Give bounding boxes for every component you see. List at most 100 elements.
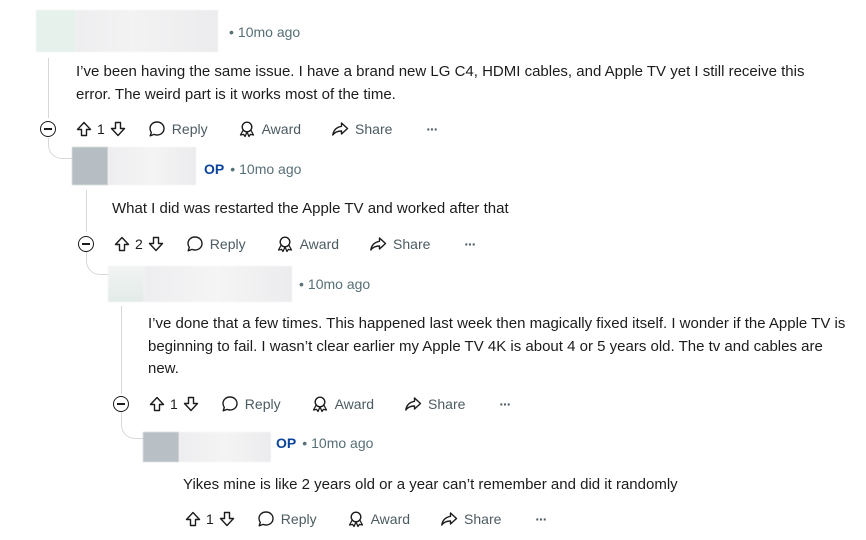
reply-label: Reply bbox=[280, 511, 317, 527]
separator-dot: • bbox=[230, 161, 236, 177]
award-ribbon-icon bbox=[239, 121, 254, 138]
award-button[interactable]: Award bbox=[347, 506, 410, 532]
vote-count: 2 bbox=[135, 236, 143, 252]
comment-actions: 1 Reply Award Share ··· bbox=[40, 116, 438, 142]
speech-bubble-icon bbox=[258, 511, 274, 527]
reply-button[interactable]: Reply bbox=[257, 506, 317, 532]
separator-dot: • bbox=[229, 24, 234, 40]
timestamp[interactable]: 10mo ago bbox=[239, 159, 301, 179]
share-arrow-icon bbox=[332, 122, 349, 136]
op-badge: OP bbox=[204, 161, 225, 177]
timestamp[interactable]: 10mo ago bbox=[311, 433, 373, 453]
downvote-button[interactable] bbox=[183, 391, 199, 417]
separator-dot: • bbox=[299, 276, 304, 292]
upvote-button[interactable] bbox=[185, 506, 201, 532]
more-options-button[interactable]: ··· bbox=[499, 391, 511, 417]
upvote-arrow-icon bbox=[185, 511, 201, 527]
avatar[interactable] bbox=[72, 147, 108, 185]
award-label: Award bbox=[299, 236, 340, 252]
comment-meta: • 10mo ago bbox=[229, 22, 300, 42]
downvote-button[interactable] bbox=[148, 231, 164, 257]
timestamp[interactable]: 10mo ago bbox=[308, 274, 370, 294]
comment-body: Yikes mine is like 2 years old or a year… bbox=[183, 476, 678, 493]
vote-count: 1 bbox=[206, 511, 214, 527]
reply-button[interactable]: Reply bbox=[221, 391, 281, 417]
comment-actions: 2 Reply Award Share ··· bbox=[78, 231, 476, 257]
award-ribbon-icon bbox=[312, 396, 327, 413]
upvote-button[interactable] bbox=[76, 116, 92, 142]
op-badge: OP bbox=[276, 435, 297, 451]
overflow-dots-icon: ··· bbox=[499, 396, 511, 412]
thread-curve-level-2 bbox=[48, 142, 73, 159]
thread-line-level-1 bbox=[48, 58, 49, 118]
award-ribbon-icon bbox=[348, 511, 363, 528]
comment-actions: 1 Reply Award Share ··· bbox=[185, 506, 547, 532]
collapse-minus-icon[interactable] bbox=[78, 236, 94, 252]
upvote-arrow-icon bbox=[114, 236, 130, 252]
comment-meta: • 10mo ago bbox=[299, 274, 370, 294]
award-button[interactable]: Award bbox=[311, 391, 374, 417]
share-button[interactable]: Share bbox=[404, 391, 465, 417]
comment-body: I’ve been having the same issue. I have … bbox=[76, 63, 805, 103]
overflow-dots-icon: ··· bbox=[535, 511, 547, 527]
speech-bubble-icon bbox=[149, 121, 165, 137]
share-label: Share bbox=[428, 396, 466, 412]
vote-count: 1 bbox=[170, 396, 178, 412]
upvote-button[interactable] bbox=[114, 231, 130, 257]
overflow-dots-icon: ··· bbox=[426, 121, 438, 137]
avatar[interactable] bbox=[108, 266, 144, 302]
thread-line-level-3 bbox=[121, 306, 122, 394]
downvote-arrow-icon bbox=[219, 511, 234, 527]
award-ribbon-icon bbox=[277, 236, 292, 253]
comment-body: What I did was restarted the Apple TV an… bbox=[112, 200, 509, 217]
thread-curve-level-4 bbox=[121, 422, 144, 439]
reply-label: Reply bbox=[171, 121, 208, 137]
avatar[interactable] bbox=[143, 432, 179, 462]
separator-dot: • bbox=[302, 435, 308, 451]
downvote-button[interactable] bbox=[219, 506, 235, 532]
share-label: Share bbox=[393, 236, 431, 252]
speech-bubble-icon bbox=[187, 236, 203, 252]
username[interactable] bbox=[76, 10, 218, 52]
upvote-arrow-icon bbox=[76, 121, 92, 137]
reply-label: Reply bbox=[209, 236, 246, 252]
reply-button[interactable]: Reply bbox=[186, 231, 246, 257]
award-label: Award bbox=[334, 396, 375, 412]
downvote-arrow-icon bbox=[183, 396, 198, 412]
upvote-button[interactable] bbox=[149, 391, 165, 417]
share-button[interactable]: Share bbox=[440, 506, 501, 532]
collapse-minus-icon[interactable] bbox=[40, 121, 56, 137]
share-label: Share bbox=[355, 121, 393, 137]
upvote-arrow-icon bbox=[149, 396, 165, 412]
comment-meta: OP • 10mo ago bbox=[204, 159, 301, 179]
thread-curve-level-3 bbox=[86, 258, 109, 275]
more-options-button[interactable]: ··· bbox=[464, 231, 476, 257]
username[interactable] bbox=[144, 266, 292, 302]
share-arrow-icon bbox=[370, 237, 387, 251]
downvote-arrow-icon bbox=[110, 121, 125, 137]
reply-label: Reply bbox=[244, 396, 281, 412]
thread-line-level-2 bbox=[86, 190, 87, 232]
award-button[interactable]: Award bbox=[238, 116, 301, 142]
timestamp[interactable]: 10mo ago bbox=[238, 22, 300, 42]
overflow-dots-icon: ··· bbox=[464, 236, 476, 252]
collapse-minus-icon[interactable] bbox=[113, 396, 129, 412]
more-options-button[interactable]: ··· bbox=[426, 116, 438, 142]
vote-count: 1 bbox=[97, 121, 105, 137]
reply-button[interactable]: Reply bbox=[148, 116, 208, 142]
avatar[interactable] bbox=[36, 10, 76, 52]
award-label: Award bbox=[261, 121, 302, 137]
more-options-button[interactable]: ··· bbox=[535, 506, 547, 532]
username[interactable] bbox=[108, 147, 196, 185]
share-button[interactable]: Share bbox=[369, 231, 430, 257]
share-label: Share bbox=[464, 511, 502, 527]
downvote-button[interactable] bbox=[110, 116, 126, 142]
comment-actions: 1 Reply Award Share ··· bbox=[113, 391, 511, 417]
award-label: Award bbox=[370, 511, 411, 527]
username[interactable] bbox=[179, 432, 271, 462]
share-button[interactable]: Share bbox=[331, 116, 392, 142]
share-arrow-icon bbox=[441, 512, 458, 526]
award-button[interactable]: Award bbox=[276, 231, 339, 257]
comment-meta: OP • 10mo ago bbox=[276, 433, 373, 453]
share-arrow-icon bbox=[405, 397, 422, 411]
